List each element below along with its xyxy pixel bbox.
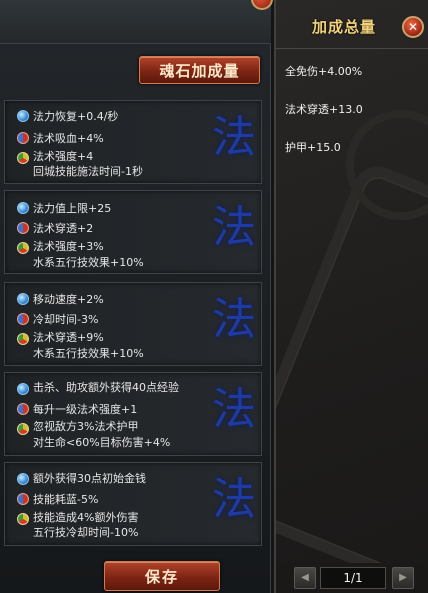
soul-stone-panel: 魂石加成量 法力恢复+0.4/秒 法术吸血+4% 法术强度+4 回城技能施法时间… bbox=[0, 0, 273, 593]
rune-emblem-icon: 法 bbox=[212, 474, 256, 525]
group-line: 法术穿透+9% bbox=[33, 331, 104, 344]
bonus-total-panel: 加成总量 ✕ 全免伤+4.00% 法术穿透+13.0 护甲+15.0 ◀ 1/1… bbox=[274, 0, 428, 593]
prev-page-button[interactable]: ◀ bbox=[294, 567, 316, 589]
blue-stone-icon bbox=[17, 293, 29, 305]
save-button[interactable]: 保存 bbox=[104, 561, 220, 591]
stone-group-2[interactable]: 法力值上限+25 法术穿透+2 法术强度+3% 水系五行技效果+10% 法 bbox=[4, 190, 262, 274]
next-page-button[interactable]: ▶ bbox=[392, 567, 414, 589]
group-line: 法术穿透+2 bbox=[33, 222, 94, 235]
group-line: 冷却时间-3% bbox=[33, 313, 99, 326]
red-blue-stone-icon bbox=[17, 313, 29, 325]
group-line: 技能造成4%额外伤害 bbox=[33, 511, 139, 524]
red-blue-stone-icon bbox=[17, 222, 29, 234]
group-line: 技能耗蓝-5% bbox=[33, 493, 99, 506]
stat-line: 全免伤+4.00% bbox=[285, 65, 363, 78]
blue-stone-icon bbox=[17, 202, 29, 214]
divider bbox=[276, 48, 428, 49]
stat-line: 护甲+15.0 bbox=[285, 141, 341, 154]
blue-stone-icon bbox=[17, 110, 29, 122]
soul-stone-bonus-button[interactable]: 魂石加成量 bbox=[139, 56, 260, 84]
blue-stone-icon bbox=[17, 473, 29, 485]
group-line: 五行技冷却时间-10% bbox=[33, 526, 139, 539]
rune-emblem-icon: 法 bbox=[212, 202, 256, 253]
rune-emblem-icon: 法 bbox=[212, 384, 256, 435]
group-line: 法力恢复+0.4/秒 bbox=[33, 110, 119, 123]
group-line: 法术吸血+4% bbox=[33, 132, 104, 145]
stone-group-4[interactable]: 击杀、助攻额外获得40点经验 每升一级法术强度+1 忽视敌方3%法术护甲 对生命… bbox=[4, 372, 262, 456]
tricolor-stone-icon bbox=[17, 423, 29, 435]
group-line: 回城技能施法时间-1秒 bbox=[33, 165, 143, 178]
group-line: 对生命<60%目标伤害+4% bbox=[33, 436, 171, 449]
tricolor-stone-icon bbox=[17, 513, 29, 525]
tricolor-stone-icon bbox=[17, 152, 29, 164]
group-line: 额外获得30点初始金钱 bbox=[33, 472, 146, 485]
group-line: 击杀、助攻额外获得40点经验 bbox=[33, 381, 179, 394]
red-blue-stone-icon bbox=[17, 403, 29, 415]
stone-group-5[interactable]: 额外获得30点初始金钱 技能耗蓝-5% 技能造成4%额外伤害 五行技冷却时间-1… bbox=[4, 462, 262, 546]
close-icon[interactable]: ✕ bbox=[402, 16, 424, 38]
group-line: 法术强度+4 bbox=[33, 150, 94, 163]
panel-title: 加成总量 bbox=[312, 18, 377, 36]
panel-header-bar bbox=[0, 0, 271, 44]
stat-line: 法术穿透+13.0 bbox=[285, 103, 363, 116]
page-indicator: 1/1 bbox=[320, 567, 386, 589]
rune-emblem-icon: 法 bbox=[212, 112, 256, 163]
red-blue-stone-icon bbox=[17, 493, 29, 505]
group-line: 忽视敌方3%法术护甲 bbox=[33, 420, 139, 433]
group-line: 移动速度+2% bbox=[33, 293, 104, 306]
tricolor-stone-icon bbox=[17, 333, 29, 345]
group-line: 法力值上限+25 bbox=[33, 202, 112, 215]
pagination: ◀ 1/1 ▶ bbox=[276, 563, 428, 593]
red-blue-stone-icon bbox=[17, 132, 29, 144]
group-line: 木系五行技效果+10% bbox=[33, 347, 144, 360]
group-line: 水系五行技效果+10% bbox=[33, 256, 144, 269]
rune-emblem-icon: 法 bbox=[212, 294, 256, 345]
blue-stone-icon bbox=[17, 383, 29, 395]
group-line: 每升一级法术强度+1 bbox=[33, 403, 138, 416]
background-ornament bbox=[276, 158, 428, 593]
group-line: 法术强度+3% bbox=[33, 240, 104, 253]
stone-group-3[interactable]: 移动速度+2% 冷却时间-3% 法术穿透+9% 木系五行技效果+10% 法 bbox=[4, 282, 262, 366]
tricolor-stone-icon bbox=[17, 242, 29, 254]
stone-group-1[interactable]: 法力恢复+0.4/秒 法术吸血+4% 法术强度+4 回城技能施法时间-1秒 法 bbox=[4, 100, 262, 184]
